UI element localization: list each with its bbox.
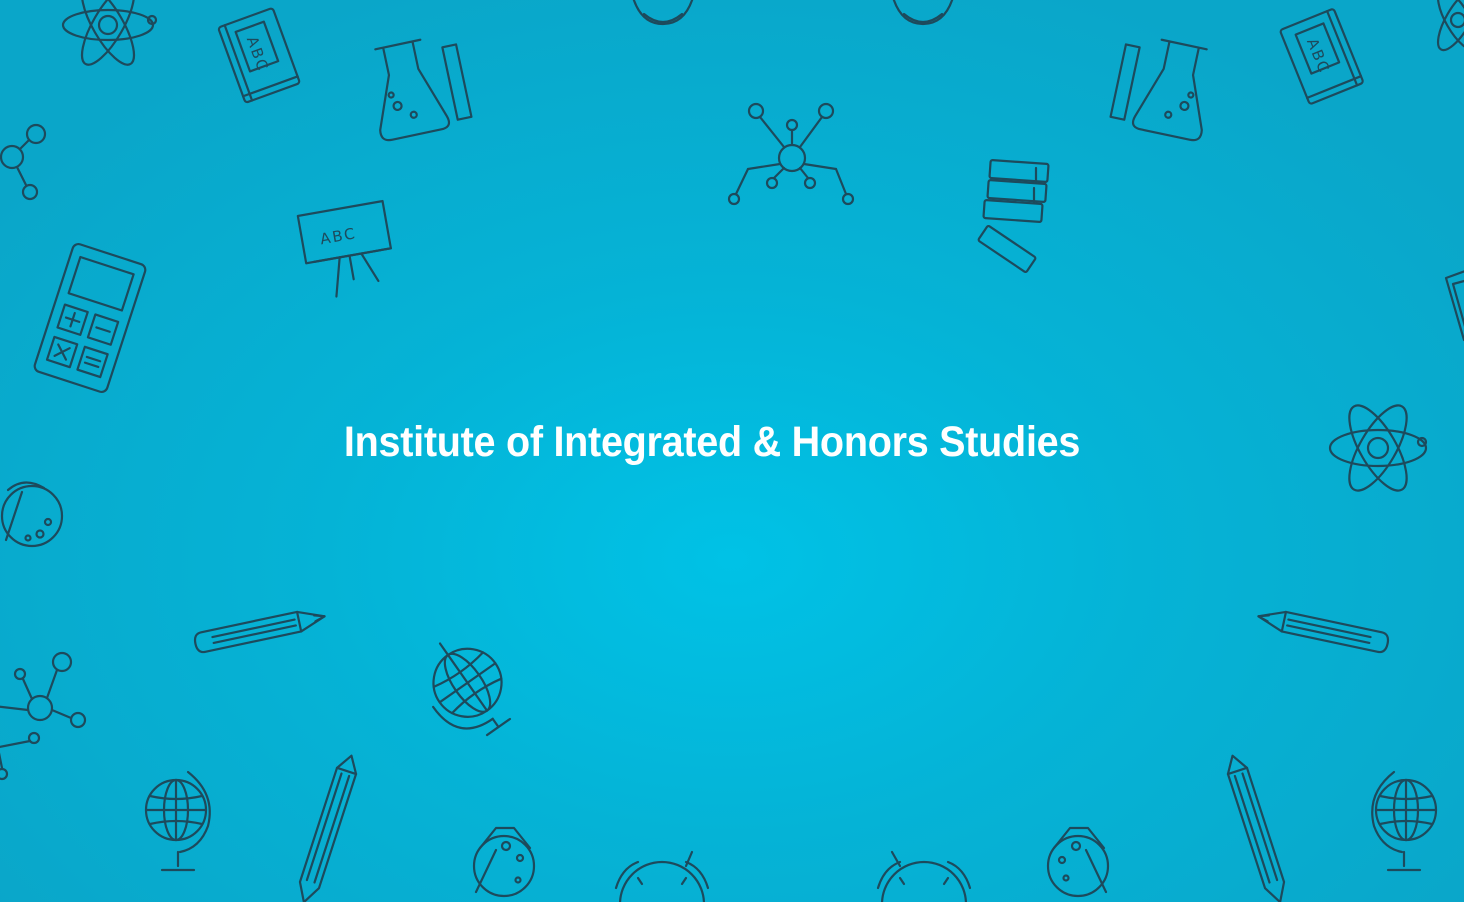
molecule-icon — [0, 651, 87, 781]
chalkboard-text: ABC — [319, 224, 358, 248]
book-icon: ABC — [1279, 8, 1364, 105]
pencil-icon — [193, 610, 326, 654]
flask-icon — [374, 38, 473, 142]
globe-icon — [1371, 770, 1438, 872]
page-title: Institute of Integrated & Honors Studies — [343, 418, 1081, 466]
globe-icon — [432, 642, 512, 737]
chalkboard-icon: ABC — [296, 199, 392, 298]
clock-icon — [892, 0, 954, 26]
calculator-icon — [33, 242, 147, 394]
clock-icon — [876, 850, 972, 902]
molecule-icon — [727, 102, 855, 206]
book-text: ABC — [243, 34, 272, 75]
beaker-icon — [472, 826, 536, 898]
books-icon — [977, 159, 1050, 274]
atom-icon — [61, 0, 158, 66]
clock-icon — [614, 850, 710, 902]
calculator-icon — [1444, 270, 1464, 342]
clock-icon — [632, 0, 694, 26]
flask-icon — [1109, 38, 1208, 142]
banner: ABC ABC ABC Institute of Integrated & Ho… — [0, 0, 1464, 902]
atom-icon — [1436, 0, 1464, 52]
book-text: ABC — [1303, 36, 1333, 77]
pencil-icon — [298, 754, 358, 902]
pencil-icon — [1226, 754, 1286, 902]
beaker-icon — [1046, 826, 1110, 898]
beaker-icon — [0, 481, 64, 548]
molecule-icon — [0, 123, 47, 201]
book-icon: ABC — [217, 7, 301, 104]
globe-icon — [144, 770, 211, 872]
pencil-icon — [1257, 610, 1390, 654]
